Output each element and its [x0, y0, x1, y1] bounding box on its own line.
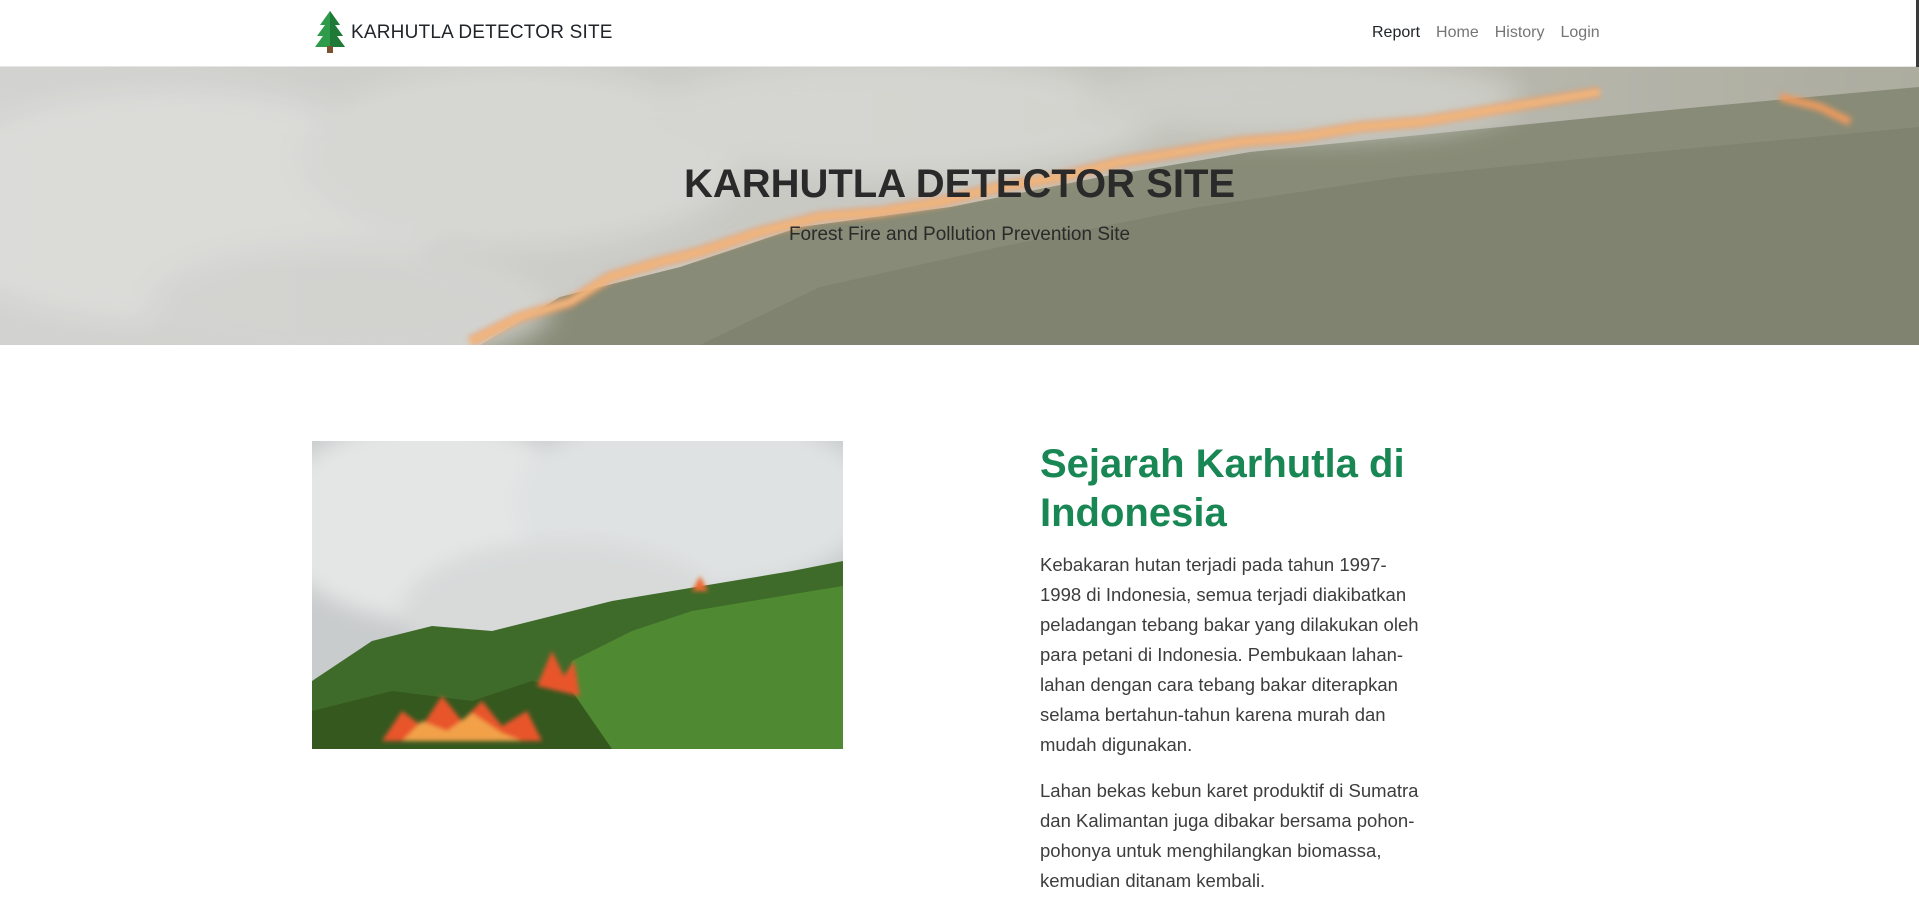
- section-paragraph: Lahan bekas kebun karet produktif di Sum…: [1040, 780, 1419, 891]
- main-nav: Report Home History Login: [1372, 24, 1616, 42]
- history-section: Sejarah Karhutla di Indonesia Kebakaran …: [1040, 440, 1420, 912]
- forest-fire-photo: [312, 441, 843, 749]
- hero-banner: KARHUTLA DETECTOR SITE Forest Fire and P…: [0, 67, 1919, 345]
- brand-link[interactable]: KARHUTLA DETECTOR SITE: [313, 10, 613, 56]
- pine-tree-icon: [313, 9, 351, 58]
- nav-link-home[interactable]: Home: [1436, 24, 1479, 42]
- brand-name: KARHUTLA DETECTOR SITE: [351, 22, 613, 43]
- section-heading: Sejarah Karhutla di Indonesia: [1040, 442, 1405, 535]
- nav-link-report[interactable]: Report: [1372, 24, 1420, 42]
- nav-link-login[interactable]: Login: [1561, 24, 1600, 42]
- hero-title: KARHUTLA DETECTOR SITE: [683, 162, 1236, 206]
- nav-link-history[interactable]: History: [1495, 24, 1545, 42]
- navbar: KARHUTLA DETECTOR SITE Report Home Histo…: [0, 0, 1919, 67]
- hero-subtitle: Forest Fire and Pollution Prevention Sit…: [788, 224, 1131, 245]
- section-paragraph: Kebakaran hutan terjadi pada tahun 1997-…: [1040, 554, 1419, 755]
